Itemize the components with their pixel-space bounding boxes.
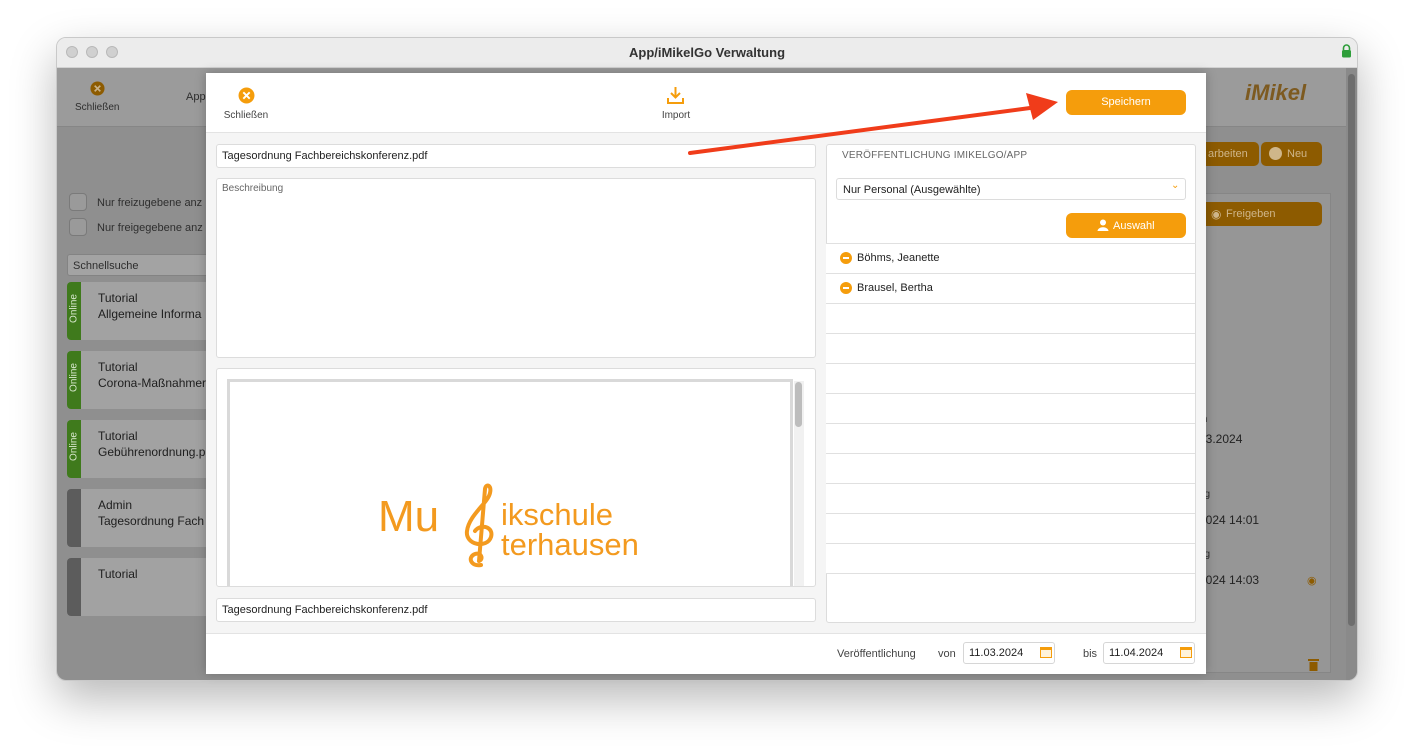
from-date-value: 11.03.2024 (969, 647, 1024, 659)
edit-button-label: arbeiten (1208, 148, 1248, 160)
status-strip (67, 558, 81, 616)
logo-line-2: terhausen (501, 527, 639, 562)
imikel-logo: iMikel (1245, 80, 1307, 105)
new-button-label: Neu (1287, 148, 1308, 160)
close-button-label[interactable]: Schließen (216, 110, 276, 121)
dialog-toolbar (206, 73, 1206, 133)
empty-row (826, 484, 1195, 514)
person-row[interactable]: Brausel, Bertha (826, 274, 1195, 304)
document-dialog: Schließen Import Speichern Tagesordnung … (206, 73, 1206, 674)
item-line-2: Tagesordnung Fach (98, 514, 205, 528)
item-line-2: Gebührenordnung.p (98, 445, 206, 459)
dialog-footer (206, 633, 1206, 674)
item-line-2: Allgemeine Informa (98, 307, 202, 321)
empty-row (826, 304, 1195, 334)
treble-clef-icon (464, 483, 494, 568)
filter-label-1: Nur freizugebene anz (97, 197, 203, 209)
list-item[interactable]: Admin Tagesordnung Fach (67, 489, 212, 547)
empty-row (826, 424, 1195, 454)
list-item[interactable]: Online Tutorial Allgemeine Informa (67, 282, 212, 340)
empty-row (826, 364, 1195, 394)
detail-value-3: 2024 14:03 (1199, 573, 1260, 587)
plus-circle-icon (1269, 147, 1282, 160)
person-name: Brausel, Bertha (857, 282, 933, 294)
logo-prefix: Mu (378, 492, 440, 541)
chevron-down-icon: ⌄ (1171, 180, 1180, 191)
description-field[interactable]: Beschreibung (216, 178, 816, 358)
filename-field[interactable]: Tagesordnung Fachbereichskonferenz.pdf (216, 144, 816, 168)
to-date-value: 11.04.2024 (1109, 647, 1164, 659)
preview-scrollbar-thumb[interactable] (795, 382, 802, 427)
release-button[interactable]: ◉ Freigeben (1197, 202, 1322, 226)
release-button-label: Freigeben (1226, 208, 1276, 220)
audience-value: Nur Personal (Ausgewählte) (843, 184, 981, 196)
window-title: App/iMikelGo Verwaltung (628, 45, 786, 60)
list-item[interactable]: Online Tutorial Gebührenordnung.p (67, 420, 212, 478)
calendar-icon[interactable] (1040, 647, 1052, 658)
import-button-label[interactable]: Import (646, 110, 706, 121)
select-people-button[interactable]: Auswahl (1066, 213, 1186, 238)
attachment-name-value: Tagesordnung Fachbereichskonferenz.pdf (222, 604, 428, 616)
item-line-1: Tutorial (98, 429, 138, 443)
background-app-label: App (186, 91, 206, 103)
filter-label-2: Nur freigegebene anz (97, 222, 203, 234)
close-circle-icon[interactable] (90, 81, 105, 96)
calendar-icon[interactable] (1180, 647, 1192, 658)
item-line-2: Corona-Maßnahmer (98, 376, 207, 390)
import-icon[interactable] (667, 86, 684, 104)
quick-search-input[interactable]: Schnellsuche (67, 254, 212, 276)
from-date-field[interactable]: 11.03.2024 (963, 642, 1055, 664)
from-label: von (938, 648, 956, 660)
filter-checkbox-2[interactable] (69, 218, 87, 236)
empty-row (826, 334, 1195, 364)
item-line-1: Tutorial (98, 291, 138, 305)
filename-value: Tagesordnung Fachbereichskonferenz.pdf (222, 150, 428, 162)
user-icon (1097, 219, 1109, 231)
eye-icon[interactable]: ◉ (1307, 574, 1317, 587)
attachment-name-field[interactable]: Tagesordnung Fachbereichskonferenz.pdf (216, 598, 816, 622)
save-button[interactable]: Speichern (1066, 90, 1186, 115)
empty-row (826, 544, 1195, 574)
status-label: Online (68, 363, 80, 392)
close-circle-icon[interactable] (238, 87, 255, 104)
remove-icon[interactable] (840, 282, 852, 294)
publication-header: VERÖFFENTLICHUNG IMIKELGO/APP (842, 150, 1028, 161)
person-row[interactable]: Böhms, Jeanette (826, 244, 1195, 274)
logo-line-1: ikschule (501, 497, 613, 532)
publication-label: Veröffentlichung (837, 648, 916, 660)
trash-icon[interactable] (1308, 658, 1319, 671)
new-button[interactable]: Neu (1261, 142, 1322, 166)
item-line-1: Tutorial (98, 567, 138, 581)
edit-button[interactable]: arbeiten (1197, 142, 1259, 166)
audience-select[interactable]: Nur Personal (Ausgewählte) ⌄ (836, 178, 1186, 200)
list-item[interactable]: Tutorial (67, 558, 212, 616)
lock-icon (1342, 44, 1351, 58)
remove-icon[interactable] (840, 252, 852, 264)
quick-search-placeholder: Schnellsuche (73, 260, 139, 272)
pdf-preview-frame[interactable]: Mu ikschule terhausen (216, 368, 816, 587)
empty-row (826, 514, 1195, 544)
list-item[interactable]: Online Tutorial Corona-Maßnahmer (67, 351, 212, 409)
select-people-label: Auswahl (1113, 220, 1155, 232)
description-placeholder: Beschreibung (222, 183, 284, 194)
empty-row (826, 454, 1195, 484)
background-close-label: Schließen (75, 102, 120, 113)
status-label: Online (68, 294, 80, 323)
item-line-1: Tutorial (98, 360, 138, 374)
empty-row (826, 394, 1195, 424)
scrollbar-thumb[interactable] (1348, 74, 1355, 626)
filter-checkbox-1[interactable] (69, 193, 87, 211)
detail-value-2: 2024 14:01 (1199, 513, 1260, 527)
item-line-1: Admin (98, 498, 133, 512)
person-name: Böhms, Jeanette (857, 252, 940, 264)
status-strip (67, 489, 81, 547)
eye-icon: ◉ (1211, 207, 1222, 221)
to-date-field[interactable]: 11.04.2024 (1103, 642, 1195, 664)
status-label: Online (68, 432, 80, 461)
to-label: bis (1083, 648, 1098, 660)
